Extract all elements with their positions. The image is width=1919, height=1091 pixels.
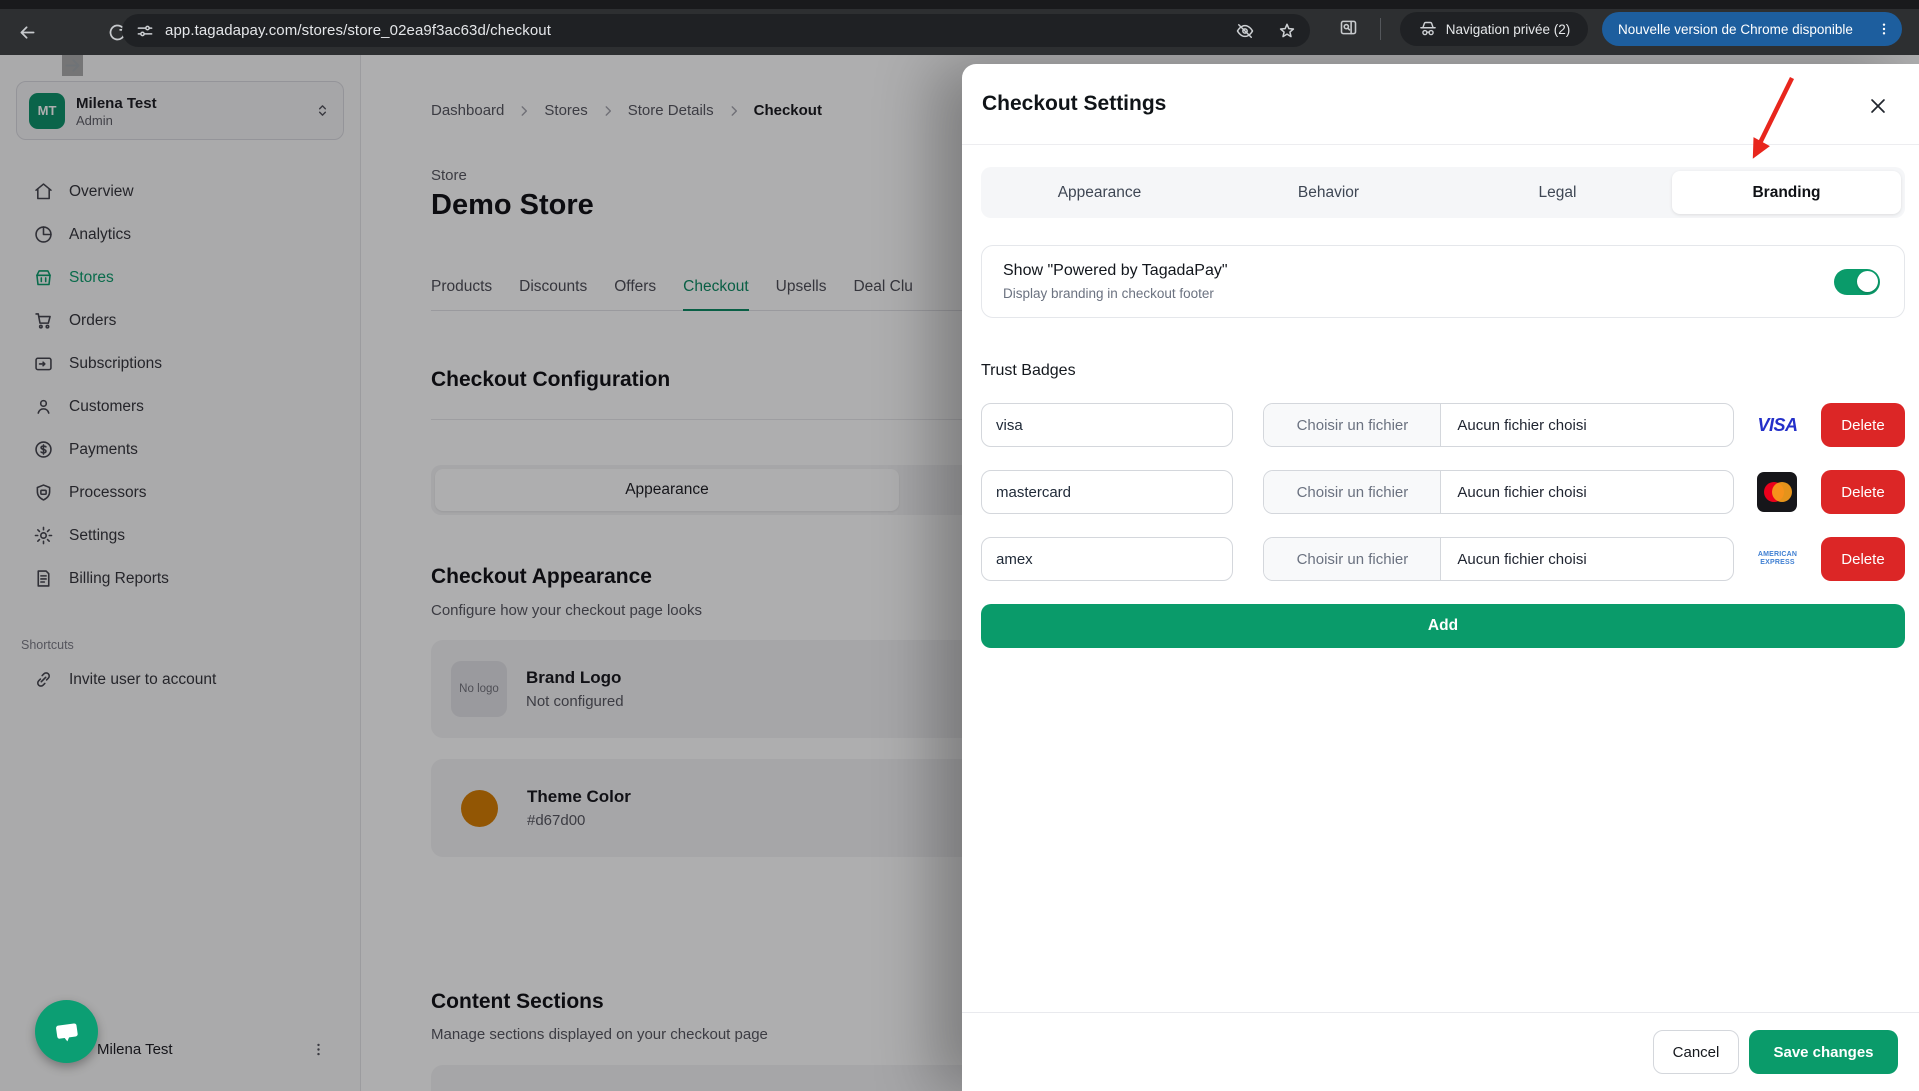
- amex-logo: AMERICAN EXPRESS: [1757, 550, 1798, 566]
- trust-badge-row: Choisir un fichier Aucun fichier choisi …: [981, 470, 1905, 514]
- browser-back-icon[interactable]: [17, 22, 38, 43]
- delete-badge-button[interactable]: Delete: [1820, 403, 1905, 447]
- delete-badge-button[interactable]: Delete: [1820, 470, 1905, 514]
- chat-icon: [55, 1022, 78, 1041]
- trust-badge-row: Choisir un fichier Aucun fichier choisi …: [981, 403, 1905, 447]
- browser-forward-icon[interactable]: [62, 55, 83, 76]
- modal-title: Checkout Settings: [982, 92, 1167, 115]
- powered-by-subtitle: Display branding in checkout footer: [1003, 286, 1214, 301]
- file-status-text: Aucun fichier choisi: [1457, 483, 1587, 501]
- modal-body: Appearance Behavior Legal Branding Show …: [962, 145, 1919, 648]
- tab-behavior[interactable]: Behavior: [1214, 171, 1443, 214]
- modal-footer: Cancel Save changes: [962, 1012, 1919, 1091]
- address-bar[interactable]: app.tagadapay.com/stores/store_02ea9f3ac…: [122, 14, 1310, 47]
- tab-branding[interactable]: Branding: [1672, 171, 1901, 214]
- site-settings-icon[interactable]: [135, 21, 155, 41]
- settings-tabs: Appearance Behavior Legal Branding: [981, 167, 1905, 218]
- badge-file-input[interactable]: Choisir un fichier Aucun fichier choisi: [1263, 403, 1734, 447]
- powered-by-toggle[interactable]: [1834, 268, 1880, 295]
- badge-name-input[interactable]: [981, 537, 1234, 581]
- tab-legal[interactable]: Legal: [1443, 171, 1672, 214]
- side-panel-search-icon[interactable]: [1338, 17, 1359, 38]
- incognito-badge[interactable]: Navigation privée (2): [1400, 12, 1588, 46]
- badge-name-input[interactable]: [981, 403, 1234, 447]
- choose-file-button[interactable]: Choisir un fichier: [1264, 404, 1442, 446]
- chrome-update-button[interactable]: Nouvelle version de Chrome disponible: [1602, 12, 1902, 46]
- screen: app.tagadapay.com/stores/store_02ea9f3ac…: [0, 0, 1919, 1091]
- toolbar-separator: [1380, 18, 1381, 40]
- trust-badges-label: Trust Badges: [981, 362, 1076, 379]
- add-badge-button[interactable]: Add: [981, 604, 1905, 648]
- save-changes-button[interactable]: Save changes: [1749, 1030, 1898, 1074]
- powered-by-title: Show "Powered by TagadaPay": [1003, 262, 1228, 279]
- file-status-text: Aucun fichier choisi: [1457, 550, 1587, 568]
- choose-file-button[interactable]: Choisir un fichier: [1264, 471, 1442, 513]
- file-status-text: Aucun fichier choisi: [1457, 416, 1587, 434]
- powered-by-setting: Show "Powered by TagadaPay" Display bran…: [981, 245, 1905, 318]
- choose-file-button[interactable]: Choisir un fichier: [1264, 538, 1442, 580]
- url-text[interactable]: app.tagadapay.com/stores/store_02ea9f3ac…: [165, 22, 551, 39]
- close-icon[interactable]: [1867, 95, 1889, 117]
- modal-header: Checkout Settings: [962, 64, 1919, 145]
- trust-badge-row: Choisir un fichier Aucun fichier choisi …: [981, 537, 1905, 581]
- chat-launcher-button[interactable]: [35, 1000, 98, 1063]
- badge-file-input[interactable]: Choisir un fichier Aucun fichier choisi: [1263, 470, 1734, 514]
- cancel-button[interactable]: Cancel: [1653, 1030, 1739, 1074]
- mastercard-logo: [1734, 472, 1821, 512]
- incognito-label: Navigation privée (2): [1445, 21, 1571, 37]
- window-top-strip: [0, 0, 1919, 9]
- browser-toolbar: app.tagadapay.com/stores/store_02ea9f3ac…: [0, 0, 1919, 76]
- visa-logo: VISA: [1757, 414, 1798, 435]
- chrome-update-label: Nouvelle version de Chrome disponible: [1618, 21, 1853, 37]
- checkout-settings-modal: Checkout Settings Appearance Behavior Le…: [962, 64, 1919, 1091]
- badge-file-input[interactable]: Choisir un fichier Aucun fichier choisi: [1263, 537, 1734, 581]
- delete-badge-button[interactable]: Delete: [1820, 537, 1905, 581]
- badge-name-input[interactable]: [981, 470, 1234, 514]
- bookmark-star-icon[interactable]: [1277, 21, 1297, 41]
- browser-menu-icon[interactable]: [1876, 21, 1892, 37]
- tab-appearance[interactable]: Appearance: [985, 171, 1214, 214]
- eye-off-icon[interactable]: [1235, 21, 1255, 41]
- incognito-icon: [1418, 19, 1438, 39]
- toggle-knob: [1856, 271, 1878, 292]
